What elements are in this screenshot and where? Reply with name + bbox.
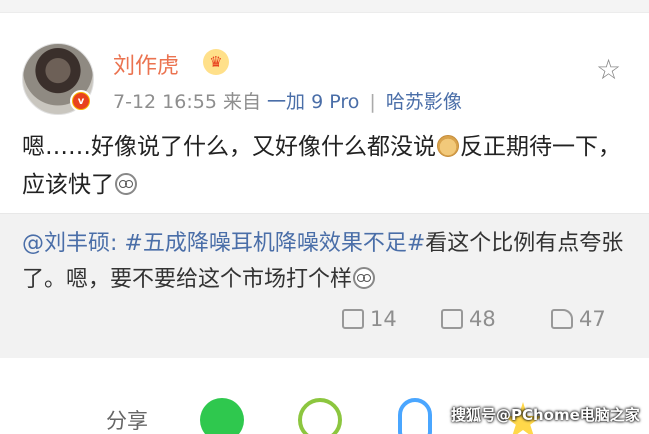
meta-separator: | xyxy=(369,91,376,113)
comment-count: 48 xyxy=(469,307,496,331)
awkward-emoji-icon xyxy=(353,267,376,289)
post-content: 嗯……好像说了什么，又好像什么都没说 反正期待一下，应该快了 xyxy=(22,128,632,204)
doge-emoji-icon xyxy=(437,135,459,157)
crown-icon: ♛ xyxy=(203,49,229,75)
awkward-emoji-icon xyxy=(115,173,137,195)
verified-badge-icon: v xyxy=(70,90,92,112)
post-meta: 7-12 16:55 来自 一加 9 Pro | 哈苏影像 xyxy=(113,87,462,114)
from-label: 来自 xyxy=(222,91,261,113)
weibo-post: v 刘作虎 ♛ 7-12 16:55 来自 一加 9 Pro | 哈苏影像 ☆ … xyxy=(0,13,649,213)
comment-icon xyxy=(441,309,463,329)
camera-link[interactable]: 哈苏影像 xyxy=(386,91,462,113)
share-label: 分享 xyxy=(106,409,148,433)
watermark: 搜狐号@PChome电脑之家 xyxy=(451,406,640,424)
repost-block[interactable]: @刘丰硕: #五成降噪耳机降噪效果不足#看这个比例有点夸张了。嗯，要不要给这个市… xyxy=(0,213,649,358)
repost-mention[interactable]: @刘丰硕: xyxy=(22,231,117,256)
moments-icon[interactable] xyxy=(298,398,342,434)
repost-count: 14 xyxy=(370,307,397,331)
like-button[interactable]: 47 xyxy=(551,307,606,331)
like-count: 47 xyxy=(579,307,606,331)
device-link[interactable]: 一加 9 Pro xyxy=(267,91,359,113)
top-bar xyxy=(0,0,649,13)
post-time: 7-12 16:55 xyxy=(113,91,217,113)
wechat-icon[interactable] xyxy=(200,398,244,434)
repost-icon xyxy=(342,309,364,329)
thumbs-up-icon xyxy=(551,309,573,329)
qq-icon[interactable] xyxy=(398,398,432,434)
star-outline-icon[interactable]: ☆ xyxy=(596,53,621,86)
username[interactable]: 刘作虎 xyxy=(113,48,179,80)
repost-content: @刘丰硕: #五成降噪耳机降噪效果不足#看这个比例有点夸张了。嗯，要不要给这个市… xyxy=(22,226,632,298)
repost-hashtag[interactable]: #五成降噪耳机降噪效果不足# xyxy=(124,231,425,256)
post-text-1: 嗯……好像说了什么，又好像什么都没说 xyxy=(22,134,436,160)
comment-button[interactable]: 48 xyxy=(441,307,496,331)
repost-button[interactable]: 14 xyxy=(342,307,397,331)
